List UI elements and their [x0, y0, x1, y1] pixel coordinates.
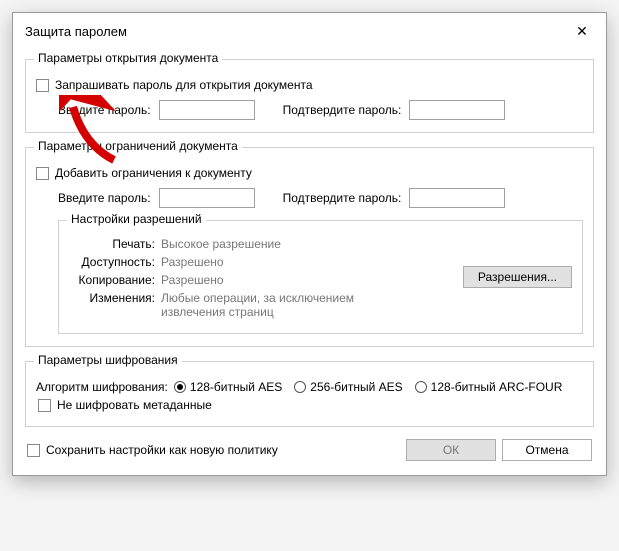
- save-policy-label: Сохранить настройки как новую политику: [46, 443, 278, 457]
- open-password-input[interactable]: [159, 100, 255, 120]
- permissions-title: Настройки разрешений: [67, 212, 206, 226]
- encryption-algo-row: Алгоритм шифрования: 128-битный AES 256-…: [36, 380, 583, 394]
- restrict-password-inputs: Введите пароль: Подтвердите пароль:: [58, 188, 583, 208]
- no-encrypt-meta-checkbox[interactable]: [38, 399, 51, 412]
- perm-change-label: Изменения:: [69, 291, 161, 305]
- group-restrict-title: Параметры ограничений документа: [34, 139, 242, 153]
- save-policy-checkbox[interactable]: [27, 444, 40, 457]
- password-protect-dialog: Защита паролем ✕ Параметры открытия доку…: [12, 12, 607, 476]
- add-restrictions-checkbox[interactable]: [36, 167, 49, 180]
- perm-access-value: Разрешено: [161, 255, 224, 269]
- restrict-confirm-input[interactable]: [409, 188, 505, 208]
- require-open-password-checkbox[interactable]: [36, 79, 49, 92]
- group-open-params: Параметры открытия документа Запрашивать…: [25, 59, 594, 133]
- add-restrictions-label: Добавить ограничения к документу: [55, 166, 252, 180]
- ok-button[interactable]: ОК: [406, 439, 496, 461]
- perm-change-value: Любые операции, за исключением извлечени…: [161, 291, 391, 319]
- open-password-inputs: Введите пароль: Подтвердите пароль:: [58, 100, 583, 120]
- add-restrictions-row[interactable]: Добавить ограничения к документу: [36, 166, 583, 180]
- open-confirm-input[interactable]: [409, 100, 505, 120]
- radio-icon: [415, 381, 427, 393]
- cancel-button[interactable]: Отмена: [502, 439, 592, 461]
- no-encrypt-meta-row[interactable]: Не шифровать метаданные: [38, 398, 583, 412]
- open-confirm-label: Подтвердите пароль:: [283, 103, 402, 117]
- dialog-body: Параметры открытия документа Запрашивать…: [13, 59, 606, 475]
- radio-arc4[interactable]: 128-битный ARC-FOUR: [415, 380, 563, 394]
- group-restrict-params: Параметры ограничений документа Добавить…: [25, 147, 594, 347]
- radio-aes256[interactable]: 256-битный AES: [294, 380, 402, 394]
- radio-icon: [174, 381, 186, 393]
- radio-icon: [294, 381, 306, 393]
- perm-print-value: Высокое разрешение: [161, 237, 281, 251]
- restrict-confirm-label: Подтвердите пароль:: [283, 191, 402, 205]
- perm-copy-label: Копирование:: [69, 273, 161, 287]
- group-open-title: Параметры открытия документа: [34, 51, 222, 65]
- restrict-password-label: Введите пароль:: [58, 191, 151, 205]
- radio-arc4-label: 128-битный ARC-FOUR: [431, 380, 563, 394]
- encryption-algo-label: Алгоритм шифрования:: [36, 380, 168, 394]
- group-encryption-title: Параметры шифрования: [34, 353, 182, 367]
- close-button[interactable]: ✕: [568, 21, 596, 41]
- radio-aes128[interactable]: 128-битный AES: [174, 380, 282, 394]
- dialog-bottom: Сохранить настройки как новую политику О…: [25, 427, 594, 463]
- require-open-password-label: Запрашивать пароль для открытия документ…: [55, 78, 313, 92]
- restrict-password-input[interactable]: [159, 188, 255, 208]
- dialog-title: Защита паролем: [25, 24, 127, 39]
- close-icon: ✕: [576, 23, 588, 40]
- require-open-password-row[interactable]: Запрашивать пароль для открытия документ…: [36, 78, 583, 92]
- no-encrypt-meta-label: Не шифровать метаданные: [57, 398, 212, 412]
- perm-access-label: Доступность:: [69, 255, 161, 269]
- open-password-label: Введите пароль:: [58, 103, 151, 117]
- group-encryption: Параметры шифрования Алгоритм шифрования…: [25, 361, 594, 427]
- permissions-subgroup: Настройки разрешений Печать: Высокое раз…: [58, 220, 583, 334]
- radio-aes256-label: 256-битный AES: [310, 380, 402, 394]
- titlebar: Защита паролем ✕: [13, 13, 606, 45]
- perm-print-label: Печать:: [69, 237, 161, 251]
- radio-aes128-label: 128-битный AES: [190, 380, 282, 394]
- permissions-button[interactable]: Разрешения...: [463, 266, 572, 288]
- perm-copy-value: Разрешено: [161, 273, 224, 287]
